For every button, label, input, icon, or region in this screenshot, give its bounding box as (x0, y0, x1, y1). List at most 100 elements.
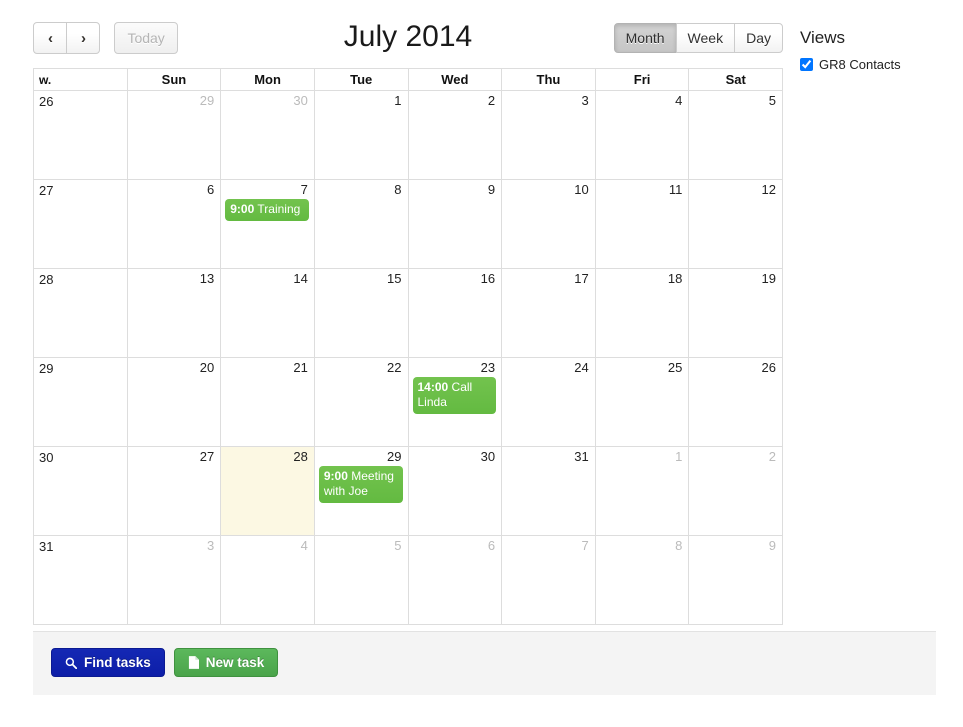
calendar-day-cell[interactable]: 19 (688, 268, 783, 358)
day-number: 6 (487, 538, 496, 553)
day-number: 5 (768, 93, 776, 108)
event-list: 9:00 Training (221, 197, 314, 221)
calendar-day-cell[interactable]: 8 (594, 535, 690, 625)
calendar-day-cell[interactable]: 21 (220, 357, 315, 447)
calendar-day-cell[interactable]: 30 (407, 446, 503, 536)
calendar-day-cell[interactable]: 5 (688, 90, 783, 180)
calendar-day-cell[interactable]: 7 9:00 Training (220, 179, 315, 269)
calendar-day-cell[interactable]: 2 (407, 90, 503, 180)
day-number: 27 (199, 449, 215, 464)
calendar-head: w. Sun Mon Tue Wed Thu Fri Sat (33, 68, 783, 91)
calendar-day-cell[interactable]: 9 (407, 179, 503, 269)
day-number: 8 (675, 538, 683, 553)
next-period-button[interactable]: › (66, 22, 100, 54)
calendar-grid: w. Sun Mon Tue Wed Thu Fri Sat 26 29 30 1 2 3… (33, 68, 783, 625)
calendar-app: ‹ › Today July 2014 Month Week Day Views… (0, 0, 963, 727)
calendar-day-cell[interactable]: 5 (313, 535, 409, 625)
day-number: 3 (207, 538, 215, 553)
calendar-day-cell[interactable]: 14 (220, 268, 315, 358)
calendar-day-cell[interactable]: 6 (126, 179, 222, 269)
calendar-day-cell[interactable]: 1 (594, 446, 690, 536)
day-number: 30 (293, 93, 308, 108)
day-number: 8 (394, 182, 402, 197)
day-header-tue: Tue (313, 68, 409, 91)
calendar-day-cell[interactable]: 4 (220, 535, 315, 625)
day-number: 29 (387, 449, 402, 464)
calendar-event[interactable]: 9:00 Training (225, 199, 309, 221)
day-number: 26 (761, 360, 776, 375)
day-number: 19 (761, 271, 776, 286)
day-header-mon: Mon (220, 68, 315, 91)
calendar-day-cell[interactable]: 12 (688, 179, 783, 269)
footer-actions: Find tasks New task (33, 632, 936, 677)
calendar-day-cell[interactable]: 2 (688, 446, 783, 536)
view-button-week[interactable]: Week (675, 23, 736, 53)
day-number: 17 (574, 271, 589, 286)
calendar-day-cell[interactable]: 6 (407, 535, 503, 625)
calendar-day-cell[interactable]: 29 (126, 90, 222, 180)
calendar-day-cell[interactable]: 1 (313, 90, 409, 180)
day-number: 30 (480, 449, 496, 464)
event-list: 9:00 Meeting with Joe (315, 464, 408, 503)
calendar-day-cell[interactable]: 4 (594, 90, 690, 180)
calendar-week-row: 30 27 28 29 9:00 Meeting with Joe 30 31 1 2 (33, 446, 783, 536)
calendar-day-cell-today[interactable]: 28 (220, 446, 315, 536)
prev-period-button[interactable]: ‹ (33, 22, 67, 54)
views-checkbox-gr8-contacts[interactable] (800, 58, 813, 71)
views-item-label: GR8 Contacts (819, 57, 901, 72)
week-number-cell: 29 (33, 357, 128, 447)
calendar-day-cell[interactable]: 9 (688, 535, 783, 625)
event-list: 14:00 Call Linda (409, 375, 502, 414)
week-column-header: w. (33, 68, 128, 91)
today-button[interactable]: Today (114, 22, 178, 54)
calendar-day-cell[interactable]: 3 (126, 535, 222, 625)
day-number: 29 (199, 93, 215, 108)
find-tasks-label: Find tasks (84, 655, 151, 670)
find-tasks-button[interactable]: Find tasks (51, 648, 165, 677)
day-number: 28 (293, 449, 308, 464)
views-panel-title: Views (800, 28, 846, 47)
calendar-day-cell[interactable]: 16 (407, 268, 503, 358)
search-icon (65, 657, 77, 669)
new-task-button[interactable]: New task (173, 648, 279, 677)
calendar-day-cell[interactable]: 11 (594, 179, 690, 269)
calendar-day-cell[interactable]: 22 (313, 357, 409, 447)
calendar-event[interactable]: 14:00 Call Linda (412, 377, 497, 414)
chevron-left-icon: ‹ (48, 29, 53, 47)
calendar-day-cell[interactable]: 25 (594, 357, 690, 447)
day-number: 31 (574, 449, 589, 464)
calendar-day-cell[interactable]: 23 14:00 Call Linda (407, 357, 503, 447)
day-number: 23 (480, 360, 496, 375)
day-number: 13 (199, 271, 215, 286)
calendar-day-cell[interactable]: 29 9:00 Meeting with Joe (313, 446, 409, 536)
calendar-event[interactable]: 9:00 Meeting with Joe (318, 466, 403, 503)
view-button-month[interactable]: Month (613, 23, 677, 53)
week-number-cell: 27 (33, 179, 128, 269)
calendar-day-cell[interactable]: 26 (688, 357, 783, 447)
calendar-day-cell[interactable]: 10 (501, 179, 596, 269)
day-header-sun: Sun (126, 68, 222, 91)
calendar-day-cell[interactable]: 15 (313, 268, 409, 358)
view-button-day[interactable]: Day (734, 23, 783, 53)
day-header-fri: Fri (594, 68, 690, 91)
calendar-day-cell[interactable]: 17 (501, 268, 596, 358)
calendar-day-cell[interactable]: 30 (220, 90, 315, 180)
calendar-day-cell[interactable]: 27 (126, 446, 222, 536)
day-number: 22 (387, 360, 402, 375)
calendar-day-cell[interactable]: 8 (313, 179, 409, 269)
day-number: 7 (300, 182, 308, 197)
day-number: 5 (394, 538, 402, 553)
day-number: 16 (480, 271, 496, 286)
event-time: 14:00 (417, 380, 449, 394)
event-title: Training (257, 202, 301, 216)
calendar-day-cell[interactable]: 24 (501, 357, 596, 447)
calendar-day-cell[interactable]: 31 (501, 446, 596, 536)
views-list-item[interactable]: GR8 Contacts (800, 57, 960, 72)
calendar-day-cell[interactable]: 7 (501, 535, 596, 625)
calendar-day-cell[interactable]: 13 (126, 268, 222, 358)
calendar-week-row: 29 20 21 22 23 14:00 Call Linda 24 25 26 (33, 357, 783, 447)
calendar-day-cell[interactable]: 18 (594, 268, 690, 358)
event-time: 9:00 (230, 202, 255, 216)
calendar-day-cell[interactable]: 3 (501, 90, 596, 180)
calendar-day-cell[interactable]: 20 (126, 357, 222, 447)
